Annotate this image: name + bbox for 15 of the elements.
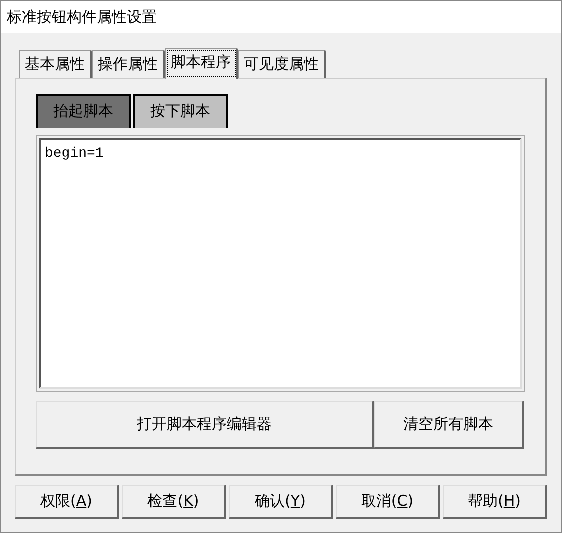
clear-scripts-button[interactable]: 清空所有脚本: [374, 401, 524, 449]
tab[interactable]: 可见度属性: [238, 50, 326, 78]
script-editor[interactable]: begin=1: [39, 138, 522, 389]
permissions-button[interactable]: 权限(A): [15, 485, 119, 519]
tab[interactable]: 基本属性: [19, 50, 92, 78]
tab[interactable]: 脚本程序: [165, 48, 238, 79]
tab[interactable]: 操作属性: [92, 50, 165, 78]
confirm-button[interactable]: 确认(Y): [229, 485, 333, 519]
script-tab[interactable]: 抬起脚本: [36, 94, 131, 128]
window-title: 标准按钮构件属性设置: [1, 1, 561, 33]
open-editor-button[interactable]: 打开脚本程序编辑器: [36, 401, 374, 449]
cancel-button[interactable]: 取消(C): [336, 485, 440, 519]
script-tab[interactable]: 按下脚本: [133, 94, 228, 128]
help-button[interactable]: 帮助(H): [443, 485, 547, 519]
check-button[interactable]: 检查(K): [122, 485, 226, 519]
